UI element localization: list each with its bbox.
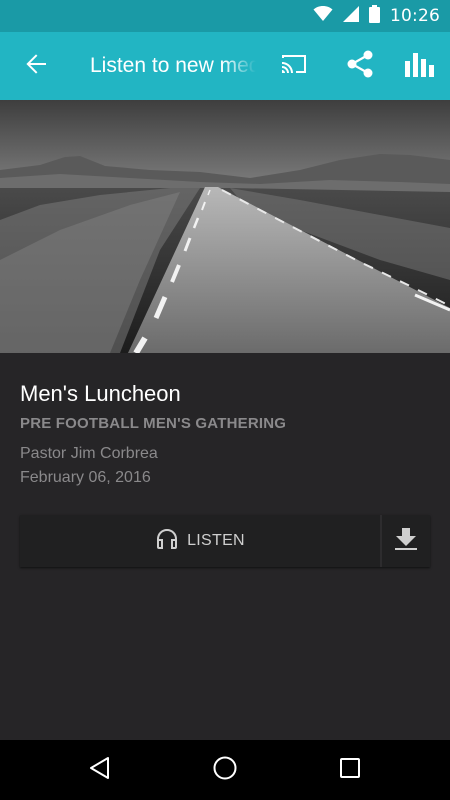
page-title: Listen to new media	[90, 54, 256, 77]
nav-recents-icon	[339, 757, 361, 784]
nav-recents-button[interactable]	[330, 750, 370, 790]
sermon-date: February 06, 2016	[20, 469, 151, 486]
sermon-artwork	[0, 100, 450, 353]
status-bar: 10:26	[0, 0, 450, 32]
sermon-title: Men's Luncheon	[20, 381, 181, 406]
nav-home-button[interactable]	[205, 750, 245, 790]
navigation-bar	[0, 740, 450, 800]
download-icon	[394, 527, 418, 555]
headphones-icon	[155, 527, 179, 556]
nav-back-icon	[89, 756, 111, 785]
speaker-name: Pastor Jim Corbrea	[20, 445, 158, 462]
share-button[interactable]	[340, 46, 380, 86]
sermon-details: Men's Luncheon PRE FOOTBALL MEN'S GATHER…	[20, 378, 430, 490]
cellular-signal-icon	[343, 5, 359, 27]
download-button[interactable]	[382, 515, 430, 567]
back-button[interactable]	[16, 46, 56, 86]
screen: 10:26 Listen to new media	[0, 0, 450, 800]
cast-icon	[279, 52, 309, 81]
cast-button[interactable]	[274, 46, 314, 86]
battery-icon	[369, 4, 380, 28]
share-icon	[345, 49, 375, 84]
media-actions: LISTEN	[20, 515, 430, 567]
bar-chart-icon	[405, 51, 435, 82]
stats-button[interactable]	[400, 46, 440, 86]
listen-button[interactable]: LISTEN	[20, 515, 380, 567]
status-time: 10:26	[390, 6, 440, 26]
series-title: PRE FOOTBALL MEN'S GATHERING	[20, 415, 287, 432]
nav-back-button[interactable]	[80, 750, 120, 790]
nav-home-icon	[212, 755, 238, 786]
listen-label: LISTEN	[187, 532, 245, 549]
wifi-icon	[313, 5, 333, 27]
arrow-back-icon	[25, 53, 47, 80]
app-bar: Listen to new media	[0, 32, 450, 100]
status-icons: 10:26	[313, 0, 440, 32]
